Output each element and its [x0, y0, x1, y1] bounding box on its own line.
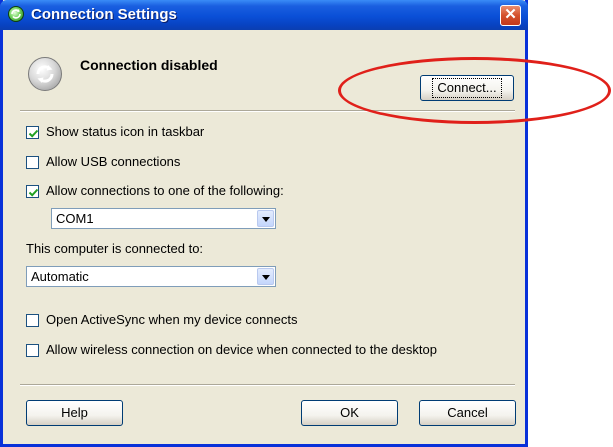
cancel-button-label: Cancel [447, 405, 488, 420]
window-title: Connection Settings [31, 6, 177, 23]
help-button-label: Help [61, 405, 88, 420]
allow-usb-checkbox[interactable] [26, 156, 39, 169]
help-button[interactable]: Help [26, 400, 123, 426]
port-select-value: COM1 [56, 211, 94, 226]
allow-wireless-label: Allow wireless connection on device when… [46, 342, 437, 357]
connected-to-value: Automatic [31, 269, 89, 284]
connected-to-select[interactable]: Automatic [26, 266, 276, 287]
ok-button-label: OK [340, 405, 359, 420]
title-bar: Connection Settings ✕ [0, 0, 528, 30]
sync-disabled-icon [28, 57, 62, 91]
show-status-icon-checkbox[interactable] [26, 126, 39, 139]
allow-connections-checkbox[interactable] [26, 185, 39, 198]
activesync-icon [8, 6, 24, 22]
allow-usb-label: Allow USB connections [46, 154, 181, 169]
connection-status-text: Connection disabled [80, 57, 218, 73]
chevron-down-icon[interactable] [257, 268, 274, 285]
show-status-icon-label: Show status icon in taskbar [46, 124, 205, 139]
open-activesync-checkbox[interactable] [26, 314, 39, 327]
ok-button[interactable]: OK [301, 400, 398, 426]
allow-connections-label: Allow connections to one of the followin… [46, 183, 284, 198]
port-select[interactable]: COM1 [51, 208, 276, 229]
close-button[interactable]: ✕ [500, 5, 521, 26]
close-icon: ✕ [504, 6, 517, 23]
separator-bottom [20, 384, 515, 386]
highlight-annotation [338, 57, 611, 124]
connected-to-label: This computer is connected to: [26, 241, 204, 256]
chevron-down-icon[interactable] [257, 210, 274, 227]
open-activesync-label: Open ActiveSync when my device connects [46, 312, 298, 327]
allow-wireless-checkbox[interactable] [26, 344, 39, 357]
cancel-button[interactable]: Cancel [419, 400, 516, 426]
